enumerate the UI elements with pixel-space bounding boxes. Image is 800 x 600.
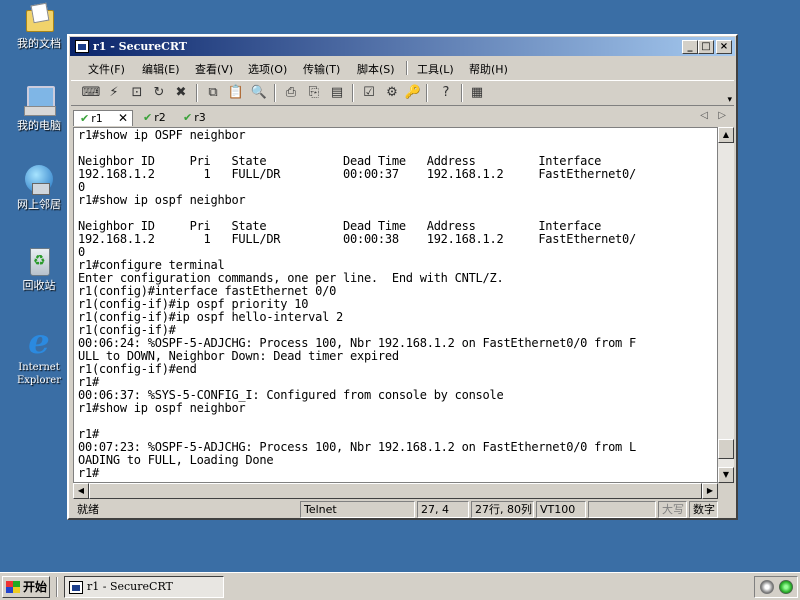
vertical-scroll-thumb[interactable] [718,439,734,459]
status-empty [588,501,656,518]
toolbar: ⌨ ⚡ ⊡ ↻ ✖ ⧉ 📋 🔍 ⎙ ⎘ ▤ ☑ ⚙ 🔑 ? ▦ ▾ [71,80,734,106]
print-icon[interactable]: ⎙ [281,84,301,102]
taskbar-button-securecrt[interactable]: r1 - SecureCRT [64,576,224,598]
desktop-icon-internet-explorer[interactable]: e Internet Explorer [8,322,70,387]
connected-check-icon: ✔ [183,111,193,124]
status-cursor: 27, 4 [417,501,469,518]
taskbar-separator [56,577,58,597]
tab-r1[interactable]: ✔ r1 ✕ [73,110,133,126]
status-ready: 就绪 [77,503,99,516]
desktop-icon-label: 网上邻居 [17,198,61,211]
toolbar-overflow-icon[interactable]: ▾ [727,95,732,105]
scroll-up-arrow-icon[interactable]: ▲ [718,127,734,143]
connected-check-icon: ✔ [80,112,90,125]
menu-separator [406,61,408,75]
global-options-icon[interactable]: ⚙ [382,84,402,102]
minimize-button[interactable]: _ [682,40,698,54]
session-tabs: ✔ r1 ✕ ✔ r2 ✔ r3 ◁ ▷ [71,108,734,126]
desktop-icon-label: 回收站 [22,279,56,292]
tab-label: r2 [154,111,166,124]
internet-explorer-icon: e [28,322,50,362]
connect-icon[interactable]: ⌨ [81,84,101,102]
tab-r3[interactable]: ✔ r3 [177,110,215,126]
close-button[interactable]: × [716,40,732,54]
desktop-icon-label: Internet Explorer [16,362,62,386]
connect-tab-icon[interactable]: ⊡ [127,84,147,102]
securecrt-window: r1 - SecureCRT _ □ × 文件(F) 编辑(E) 查看(V) 选… [67,34,738,520]
menu-bar: 文件(F) 编辑(E) 查看(V) 选项(O) 传输(T) 脚本(S) 工具(L… [71,58,734,78]
desktop-icon-my-documents[interactable]: 我的文档 [8,2,70,50]
session-options-icon[interactable]: ☑ [359,84,379,102]
paste-icon[interactable]: 📋 [226,84,246,102]
status-protocol: Telnet [300,501,415,518]
desktop-icon-my-computer[interactable]: 我的电脑 [8,84,70,132]
horizontal-scroll-thumb[interactable] [89,483,702,499]
recycle-bin-icon [22,244,56,276]
scroll-left-arrow-icon[interactable]: ◀ [73,483,89,499]
tab-scroll-left-icon[interactable]: ◁ [700,110,708,121]
menu-view[interactable]: 查看(V) [195,61,233,77]
disconnect-icon[interactable]: ✖ [171,84,191,102]
menu-help[interactable]: 帮助(H) [469,61,508,77]
toolbar-separator [274,84,276,102]
menu-edit[interactable]: 编辑(E) [142,61,180,77]
menu-file[interactable]: 文件(F) [88,61,125,77]
network-places-icon [22,163,56,195]
start-label: 开始 [23,580,48,594]
securecrt-app-icon[interactable] [75,40,89,53]
status-size: 27行, 80列 [471,501,534,518]
my-computer-icon [22,84,56,116]
my-documents-icon [22,2,56,34]
window-title: r1 - SecureCRT [93,40,187,53]
connected-check-icon: ✔ [143,111,153,124]
desktop-icon-label: 我的电脑 [17,119,61,132]
keymap-icon[interactable]: 🔑 [403,84,423,102]
taskbar-button-label: r1 - SecureCRT [87,580,173,593]
tab-label: r1 [91,112,103,125]
scroll-right-arrow-icon[interactable]: ▶ [702,483,718,499]
desktop-icon-label: 我的文档 [17,37,61,50]
copy-icon[interactable]: ⧉ [203,84,223,102]
tab-close-icon[interactable]: ✕ [118,111,128,126]
maximize-button[interactable]: □ [698,40,714,54]
quick-connect-icon[interactable]: ⚡ [104,84,124,102]
help-icon[interactable]: ? [436,84,456,102]
desktop-icon-network-places[interactable]: 网上邻居 [8,163,70,211]
menu-transfer[interactable]: 传输(T) [303,61,340,77]
status-caps: 大写 [658,501,687,518]
menu-script[interactable]: 脚本(S) [357,61,395,77]
status-bar: 就绪 Telnet 27, 4 27行, 80列 VT100 大写 数字 [71,501,734,518]
start-button[interactable]: 开始 [2,576,50,598]
system-tray [754,576,798,598]
title-bar[interactable]: r1 - SecureCRT _ □ × [70,37,735,56]
toolbar-separator [426,84,428,102]
print-setup-icon[interactable]: ▤ [327,84,347,102]
find-icon[interactable]: 🔍 [249,84,269,102]
about-icon[interactable]: ▦ [467,84,487,102]
scroll-down-arrow-icon[interactable]: ▼ [718,467,734,483]
status-emulation: VT100 [536,501,586,518]
terminal-output: r1#show ip OSPF neighbor Neighbor ID Pri… [78,128,636,480]
tab-r2[interactable]: ✔ r2 [137,110,175,126]
menu-options[interactable]: 选项(O) [248,61,287,77]
network-tray-icon[interactable] [779,580,793,594]
reconnect-icon[interactable]: ↻ [149,84,169,102]
taskbar: 开始 r1 - SecureCRT [0,572,800,600]
menu-tools[interactable]: 工具(L) [417,61,454,77]
toolbar-separator [461,84,463,102]
tab-scroll-right-icon[interactable]: ▷ [718,110,726,121]
vertical-scrollbar[interactable]: ▲ ▼ [718,127,734,483]
tab-label: r3 [194,111,206,124]
status-num: 数字 [689,501,718,518]
toolbar-separator [352,84,354,102]
desktop-icon-recycle-bin[interactable]: 回收站 [8,244,70,292]
terminal-area[interactable]: r1#show ip OSPF neighbor Neighbor ID Pri… [73,127,718,483]
windows-logo-icon [6,581,20,593]
volume-tray-icon[interactable] [760,580,774,594]
securecrt-app-icon [69,581,83,594]
toolbar-separator [196,84,198,102]
print-selection-icon[interactable]: ⎘ [304,84,324,102]
horizontal-scrollbar[interactable]: ◀ ▶ [73,483,718,499]
